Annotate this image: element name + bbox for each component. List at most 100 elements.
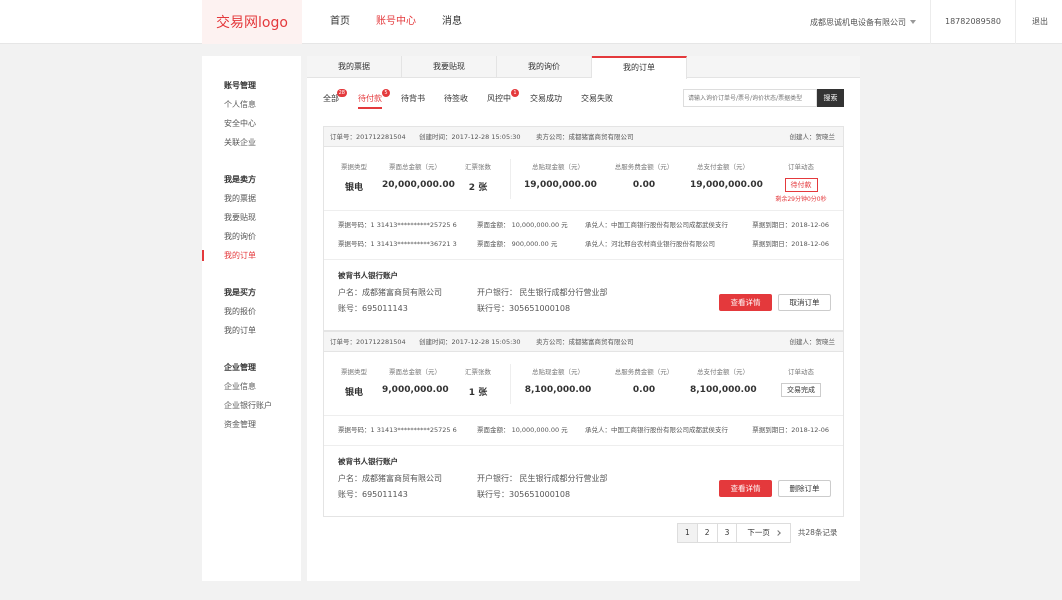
user-phone: 18782089580 <box>931 0 1016 44</box>
order-number: 订单号：201712281504 <box>330 133 406 141</box>
main-nav: 首页 账号中心 消息 <box>330 0 488 44</box>
delete-order-button[interactable]: 删除订单 <box>778 480 831 497</box>
account-number: 账号：695011143 <box>338 304 408 313</box>
bill-list: 票据号码：1 31413**********25725 6 票面金额： 10,0… <box>324 416 843 446</box>
order-creator: 创建人：贺晓兰 <box>789 338 836 346</box>
col-label: 总服务费金额（元） <box>614 163 674 171</box>
filter-label: 待签收 <box>444 94 468 103</box>
bill-count-value: 2 张 <box>468 183 488 193</box>
count-badge: 5 <box>382 89 390 97</box>
face-total-col: 票面总金额（元） 9,000,000.00 <box>382 366 449 395</box>
pay-total-value: 8,100,000.00 <box>690 385 757 395</box>
sidebar-group-title: 企业管理 <box>224 363 256 372</box>
filter-risk-control[interactable]: 风控中 1 <box>487 89 519 109</box>
col-label: 票面总金额（元） <box>389 368 441 376</box>
service-total-col: 总服务费金额（元） 0.00 <box>612 161 676 190</box>
service-total-value: 0.00 <box>632 180 656 190</box>
order-status-col: 订单动态 交易完成 <box>772 366 830 397</box>
sidebar-item-buyer-orders[interactable]: 我的订单 <box>202 321 301 340</box>
filter-pending-payment[interactable]: 待付款 5 <box>358 89 390 109</box>
header-right: 成都思诚机电设备有限公司 18782089580 退出 <box>796 0 1062 44</box>
total-records: 共28条记录 <box>797 528 838 537</box>
sidebar-item-personal-info[interactable]: 个人信息 <box>202 95 301 114</box>
order-created-time: 创建时间：2017-12-28 15:05:30 <box>419 338 521 346</box>
filter-success[interactable]: 交易成功 <box>530 89 562 109</box>
bill-amount: 票面金额： 900,000.00 元 <box>477 240 558 248</box>
filter-label: 交易失败 <box>581 94 613 103</box>
cancel-order-button[interactable]: 取消订单 <box>778 294 831 311</box>
logout-link[interactable]: 退出 <box>1016 0 1062 44</box>
order-summary: 票据类型 银电 票面总金额（元） 20,000,000.00 汇票张数 2 张 总贴现… <box>324 147 843 211</box>
filter-label: 待背书 <box>401 94 425 103</box>
search-button[interactable]: 搜索 <box>817 89 844 107</box>
bank-code: 联行号：305651000108 <box>477 490 571 499</box>
sidebar-group-account: 账号管理 个人信息 安全中心 关联企业 <box>202 76 301 152</box>
countdown-timer: 剩余29分钟0分0秒 <box>775 196 827 203</box>
status-badge: 交易完成 <box>781 383 821 397</box>
sidebar-item-seller-orders[interactable]: 我的订单 <box>202 246 301 265</box>
bank-name: 开户银行： 民生银行成都分行营业部 <box>477 288 608 297</box>
bill-type-col: 票据类型 银电 <box>336 366 372 398</box>
order-header: 订单号：201712281504 创建时间：2017-12-28 15:05:3… <box>324 127 843 147</box>
sidebar-item-security-center[interactable]: 安全中心 <box>202 114 301 133</box>
tab-my-inquiries[interactable]: 我的询价 <box>497 56 592 78</box>
service-total-value: 0.00 <box>632 385 656 395</box>
nav-account-center[interactable]: 账号中心 <box>376 0 416 44</box>
col-label: 订单动态 <box>788 163 814 171</box>
bill-number: 票据号码：1 31413**********25725 6 <box>338 221 457 229</box>
sidebar-item-my-bills[interactable]: 我的票据 <box>202 189 301 208</box>
sidebar-group-buyer: 我是买方 我的报价 我的订单 <box>202 283 301 340</box>
sidebar-item-discount[interactable]: 我要贴现 <box>202 208 301 227</box>
page-3-button[interactable]: 3 <box>716 523 738 543</box>
sidebar-item-funds[interactable]: 资金管理 <box>202 415 301 434</box>
status-badge: 待付款 <box>784 178 818 192</box>
order-seller: 卖方公司：成都猪富商贸有限公司 <box>536 338 634 346</box>
search-input[interactable] <box>683 89 817 107</box>
bill-amount: 票面金额： 10,000,000.00 元 <box>477 426 568 434</box>
page-2-button[interactable]: 2 <box>696 523 718 543</box>
sidebar-item-company-info[interactable]: 企业信息 <box>202 377 301 396</box>
bill-number: 票据号码：1 31413**********25725 6 <box>338 426 457 434</box>
filter-pending-endorse[interactable]: 待背书 <box>401 89 425 109</box>
filter-failed[interactable]: 交易失败 <box>581 89 613 109</box>
next-page-button[interactable]: 下一页 <box>736 523 791 543</box>
bill-count-col: 汇票张数 2 张 <box>462 161 494 193</box>
col-label: 总支付金额（元） <box>697 163 749 171</box>
bill-row: 票据号码：1 31413**********25725 6 票面金额： 10,0… <box>324 216 843 235</box>
sidebar-item-linked-companies[interactable]: 关联企业 <box>202 133 301 152</box>
filter-all[interactable]: 全部 28 <box>323 89 347 109</box>
filter-label: 交易成功 <box>530 94 562 103</box>
pay-total-col: 总支付金额（元） 8,100,000.00 <box>690 366 757 395</box>
col-label: 汇票张数 <box>465 163 491 171</box>
nav-home[interactable]: 首页 <box>330 0 350 44</box>
pagination: 1 2 3 下一页 共28条记录 <box>677 523 837 543</box>
divider <box>510 364 511 404</box>
nav-messages[interactable]: 消息 <box>442 0 462 44</box>
bill-list: 票据号码：1 31413**********25725 6 票面金额： 10,0… <box>324 211 843 260</box>
sidebar-item-my-inquiries[interactable]: 我的询价 <box>202 227 301 246</box>
sidebar-item-bank-accounts[interactable]: 企业银行账户 <box>202 396 301 415</box>
discount-total-value: 8,100,000.00 <box>524 385 592 395</box>
divider <box>510 159 511 199</box>
bill-count-value: 1 张 <box>468 388 488 398</box>
company-dropdown[interactable]: 成都思诚机电设备有限公司 <box>796 0 931 44</box>
sidebar-group-title: 我是买方 <box>224 288 256 297</box>
col-label: 总贴现金额（元） <box>532 163 584 171</box>
page-1-button[interactable]: 1 <box>677 523 698 543</box>
filter-label: 风控中 <box>487 94 511 103</box>
view-details-button[interactable]: 查看详情 <box>719 294 772 311</box>
tab-discount[interactable]: 我要贴现 <box>402 56 497 78</box>
view-details-button[interactable]: 查看详情 <box>719 480 772 497</box>
site-logo[interactable]: 交易网logo <box>202 0 302 44</box>
tab-my-bills[interactable]: 我的票据 <box>307 56 402 78</box>
bill-acceptor: 承兑人：中国工商银行股份有限公司成都武侯支行 <box>585 426 728 434</box>
order-header: 订单号：201712281504 创建时间：2017-12-28 15:05:3… <box>324 332 843 352</box>
caret-down-icon <box>910 20 916 24</box>
endorsee-account: 被背书人银行账户 户名：成都猪富商贸有限公司 账号：695011143 开户银行… <box>324 446 843 516</box>
bill-row: 票据号码：1 31413**********36721 3 票面金额： 900,… <box>324 235 843 254</box>
tab-my-orders[interactable]: 我的订单 <box>592 56 687 79</box>
face-total-value: 9,000,000.00 <box>382 385 449 395</box>
filter-label: 全部 <box>323 94 339 103</box>
sidebar-item-my-quotes[interactable]: 我的报价 <box>202 302 301 321</box>
filter-pending-sign[interactable]: 待签收 <box>444 89 468 109</box>
